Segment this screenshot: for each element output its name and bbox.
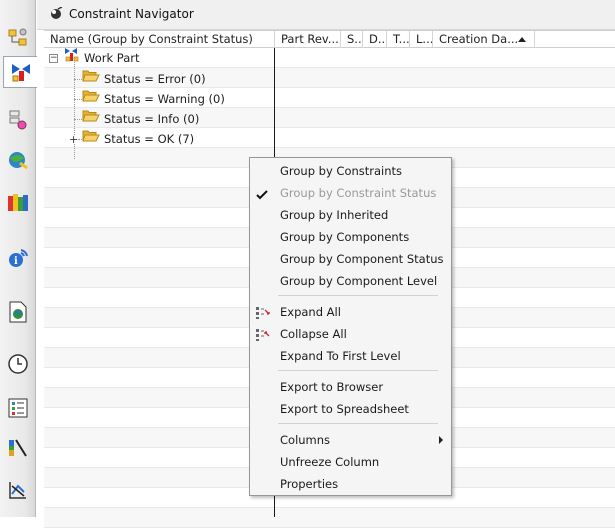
column-header-d[interactable]: D...	[363, 31, 387, 48]
tree-node-status-info[interactable]: Status = Info (0)	[82, 109, 199, 129]
tree-node-status-error[interactable]: Status = Error (0)	[82, 69, 206, 89]
tree-node-label: Status = OK (7)	[104, 132, 195, 146]
menu-item-label: Unfreeze Column	[280, 455, 380, 469]
expand-all-icon	[255, 305, 271, 319]
menu-separator	[278, 370, 438, 371]
menu-item-label: Group by Component Status	[280, 252, 444, 266]
reuse-library-icon[interactable]	[3, 144, 33, 176]
menu-item-group-by-constraints[interactable]: Group by Constraints	[250, 160, 451, 182]
tree-node-label: Status = Warning (0)	[104, 92, 225, 106]
column-header-name[interactable]: Name (Group by Constraint Status)	[44, 31, 275, 48]
column-header-row: Name (Group by Constraint Status) Part R…	[44, 30, 615, 48]
tree-node-status-warning[interactable]: Status = Warning (0)	[82, 89, 225, 109]
menu-item-label: Expand To First Level	[280, 349, 401, 363]
navigator-header: Constraint Navigator	[37, 0, 615, 30]
menu-item-expand-all[interactable]: Expand All	[250, 301, 451, 323]
constraint-navigator-icon[interactable]	[3, 56, 37, 88]
collapse-toggle[interactable]: −	[49, 53, 58, 63]
folder-open-icon	[82, 109, 100, 129]
collapse-all-icon	[255, 327, 271, 341]
web-browser-icon[interactable]: i	[3, 242, 33, 274]
menu-item-label: Group by Constraints	[280, 164, 403, 178]
system-materials-icon[interactable]	[3, 348, 33, 380]
menu-item-group-by-component-level[interactable]: Group by Component Level	[250, 270, 451, 292]
roles-icon[interactable]	[3, 432, 33, 464]
assembly-navigator-icon[interactable]	[3, 22, 33, 54]
system-scenes-icon[interactable]	[3, 474, 33, 506]
hd3d-tools-icon[interactable]	[3, 186, 33, 218]
menu-item-label: Collapse All	[280, 327, 347, 341]
menu-separator	[278, 295, 438, 296]
navigator-icon[interactable]	[49, 6, 63, 24]
resource-bar: i	[0, 0, 37, 517]
menu-item-collapse-all[interactable]: Collapse All	[250, 323, 451, 345]
column-header-s[interactable]: S...	[341, 31, 363, 48]
folder-open-icon	[82, 69, 100, 89]
menu-item-expand-to-first-level[interactable]: Expand To First Level	[250, 345, 451, 367]
menu-separator	[278, 423, 438, 424]
menu-item-label: Group by Component Level	[280, 274, 438, 288]
tree-node-work-part[interactable]: − Work Part	[49, 48, 139, 68]
navigator-title: Constraint Navigator	[69, 7, 194, 21]
menu-item-columns[interactable]: Columns	[250, 429, 451, 451]
menu-item-group-by-component-status[interactable]: Group by Component Status	[250, 248, 451, 270]
menu-item-label: Columns	[280, 433, 331, 447]
menu-item-unfreeze-column[interactable]: Unfreeze Column	[250, 451, 451, 473]
menu-item-group-by-inherited[interactable]: Group by Inherited	[250, 204, 451, 226]
checkmark-icon	[255, 186, 271, 200]
menu-item-export-to-spreadsheet[interactable]: Export to Spreadsheet	[250, 398, 451, 420]
work-part-icon	[64, 47, 80, 69]
column-header-creation-date[interactable]: Creation Da...	[433, 31, 535, 48]
menu-item-export-to-browser[interactable]: Export to Browser	[250, 376, 451, 398]
tree-node-status-ok[interactable]: + Status = OK (7)	[69, 129, 194, 149]
menu-item-label: Group by Inherited	[280, 208, 389, 222]
tree-node-label: Status = Info (0)	[104, 112, 200, 126]
folder-open-icon	[82, 89, 100, 109]
context-menu: Group by Constraints Group by Constraint…	[249, 157, 452, 496]
menu-item-group-by-components[interactable]: Group by Components	[250, 226, 451, 248]
menu-item-label: Export to Browser	[280, 380, 384, 394]
column-header-t[interactable]: T...	[387, 31, 410, 48]
history-icon[interactable]	[3, 296, 33, 328]
menu-item-label: Group by Constraint Status	[280, 186, 437, 200]
submenu-arrow-icon	[439, 436, 443, 444]
part-navigator-icon[interactable]	[3, 104, 33, 136]
tree-node-label: Status = Error (0)	[104, 72, 206, 86]
column-header-part-revision[interactable]: Part Rev...	[275, 31, 341, 48]
menu-item-label: Expand All	[280, 305, 341, 319]
menu-item-label: Group by Components	[280, 230, 410, 244]
menu-item-properties[interactable]: Properties	[250, 473, 451, 495]
tree-node-label: Work Part	[84, 51, 140, 65]
column-header-creation-date-label: Creation Da...	[439, 32, 519, 46]
column-header-l[interactable]: L...	[410, 31, 433, 48]
menu-item-group-by-constraint-status[interactable]: Group by Constraint Status	[250, 182, 451, 204]
process-studio-icon[interactable]	[3, 392, 33, 424]
menu-item-label: Properties	[280, 477, 339, 491]
expand-toggle[interactable]: +	[69, 134, 78, 145]
folder-open-icon	[82, 129, 100, 149]
svg-text:i: i	[14, 256, 18, 267]
menu-item-label: Export to Spreadsheet	[280, 402, 409, 416]
sort-ascending-icon	[518, 37, 526, 42]
